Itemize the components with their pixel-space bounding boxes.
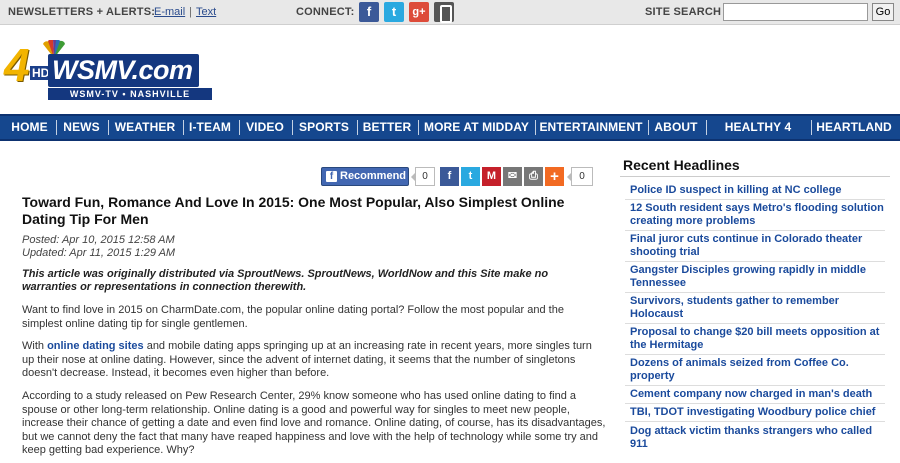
- headline-link[interactable]: Proposal to change $20 bill meets opposi…: [630, 326, 885, 352]
- article-posted-date: Posted: Apr 10, 2015 12:58 AM: [22, 234, 175, 246]
- nav-divider: [239, 120, 240, 135]
- site-search-label: SITE SEARCH: [645, 6, 722, 18]
- nav-healthy-4-life[interactable]: HEALTHY 4 LIFE: [710, 116, 806, 157]
- email-alerts-link[interactable]: E-mail: [154, 6, 185, 18]
- recommend-label: Recommend: [340, 170, 407, 182]
- nav-home[interactable]: HOME: [7, 116, 52, 139]
- site-search-input[interactable]: [723, 3, 868, 21]
- nav-divider: [706, 120, 707, 135]
- article-paragraph: With online dating sites and mobile dati…: [22, 340, 607, 381]
- headline-divider: [625, 292, 885, 293]
- nav-weather[interactable]: WEATHER: [112, 116, 178, 139]
- paragraph-text: With: [22, 340, 48, 352]
- nav-heartland[interactable]: HEARTLAND: [815, 116, 893, 139]
- twitter-icon[interactable]: t: [384, 2, 404, 22]
- headline-link[interactable]: TBI, TDOT investigating Woodbury police …: [630, 406, 885, 419]
- headline-link[interactable]: Police ID suspect in killing at NC colle…: [630, 184, 885, 197]
- nav-divider: [535, 120, 536, 135]
- headline-divider: [625, 323, 885, 324]
- share-more-plus-icon[interactable]: +: [545, 167, 564, 186]
- nav-entertainment[interactable]: ENTERTAINMENT: [539, 116, 643, 139]
- share-twitter-icon[interactable]: t: [461, 167, 480, 186]
- facebook-recommend-button[interactable]: f Recommend: [321, 167, 409, 186]
- search-go-button[interactable]: Go: [872, 3, 894, 21]
- share-facebook-icon[interactable]: f: [440, 167, 459, 186]
- recent-headlines-title: Recent Headlines: [623, 157, 740, 173]
- headline-divider: [625, 421, 885, 422]
- wsmv-logo[interactable]: 4 HD WSMV.com WSMV-TV • NASHVILLE: [4, 40, 216, 108]
- mobile-icon[interactable]: [434, 2, 454, 23]
- online-dating-sites-link[interactable]: online dating sites: [47, 340, 144, 352]
- nav-divider: [357, 120, 358, 135]
- article-paragraph: Want to find love in 2015 on CharmDate.c…: [22, 304, 564, 330]
- share-count: 0: [567, 167, 593, 186]
- nav-better[interactable]: BETTER: [361, 116, 413, 139]
- headline-link[interactable]: Dozens of animals seized from Coffee Co.…: [630, 357, 885, 383]
- nav-divider: [183, 120, 184, 135]
- headline-divider: [625, 230, 885, 231]
- alerts-separator: |: [189, 6, 192, 18]
- headline-link[interactable]: Final juror cuts continue in Colorado th…: [630, 233, 885, 259]
- logo-channel-number: 4: [4, 39, 30, 91]
- recommend-count: 0: [411, 167, 435, 186]
- facebook-icon[interactable]: f: [359, 2, 379, 22]
- headline-link[interactable]: Dog attack victim thanks strangers who c…: [630, 425, 885, 451]
- headline-divider: [625, 403, 885, 404]
- article-updated-date: Updated: Apr 11, 2015 1:29 AM: [22, 247, 176, 259]
- top-utility-bar: NEWSLETTERS + ALERTS: E-mail | Text CONN…: [0, 0, 900, 25]
- article-title: Toward Fun, Romance And Love In 2015: On…: [22, 194, 565, 227]
- headline-link[interactable]: Cement company now charged in man's deat…: [630, 388, 885, 401]
- logo-wordmark: WSMV.com: [48, 54, 199, 87]
- article-disclaimer: This article was originally distributed …: [22, 268, 549, 293]
- nav-video[interactable]: VIDEO: [243, 116, 287, 139]
- share-gmail-icon[interactable]: M: [482, 167, 501, 186]
- nav-divider: [292, 120, 293, 135]
- nav-i-team[interactable]: I-TEAM: [187, 116, 233, 139]
- google-plus-icon[interactable]: g+: [409, 2, 429, 22]
- headline-link[interactable]: Survivors, students gather to remember H…: [630, 295, 885, 321]
- connect-label: CONNECT:: [296, 6, 355, 18]
- share-print-icon[interactable]: ⎙: [524, 167, 543, 186]
- nav-about[interactable]: ABOUT: [652, 116, 700, 139]
- headline-divider: [625, 385, 885, 386]
- main-nav: HOME NEWS WEATHER I-TEAM VIDEO SPORTS BE…: [0, 114, 900, 157]
- nav-divider: [108, 120, 109, 135]
- facebook-icon: f: [326, 171, 337, 182]
- headline-divider: [625, 261, 885, 262]
- headline-divider: [625, 199, 885, 200]
- headline-divider: [625, 354, 885, 355]
- nav-divider: [811, 120, 812, 135]
- nav-more-at-midday[interactable]: MORE AT MIDDAY: [422, 116, 531, 139]
- site-header: 4 HD WSMV.com WSMV-TV • NASHVILLE: [0, 26, 900, 114]
- headline-link[interactable]: 12 South resident says Metro's flooding …: [630, 202, 885, 228]
- sidebar-divider: [620, 176, 890, 177]
- article-paragraph: According to a study released on Pew Res…: [22, 390, 606, 456]
- text-alerts-link[interactable]: Text: [196, 6, 216, 18]
- newsletters-label: NEWSLETTERS + ALERTS:: [8, 6, 156, 18]
- nav-divider: [56, 120, 57, 135]
- nav-sports[interactable]: SPORTS: [296, 116, 352, 139]
- headline-link[interactable]: Gangster Disciples growing rapidly in mi…: [630, 264, 885, 290]
- share-email-icon[interactable]: ✉: [503, 167, 522, 186]
- nav-divider: [648, 120, 649, 135]
- nav-divider: [418, 120, 419, 135]
- logo-subline: WSMV-TV • NASHVILLE: [48, 88, 212, 100]
- nav-news[interactable]: NEWS: [60, 116, 103, 139]
